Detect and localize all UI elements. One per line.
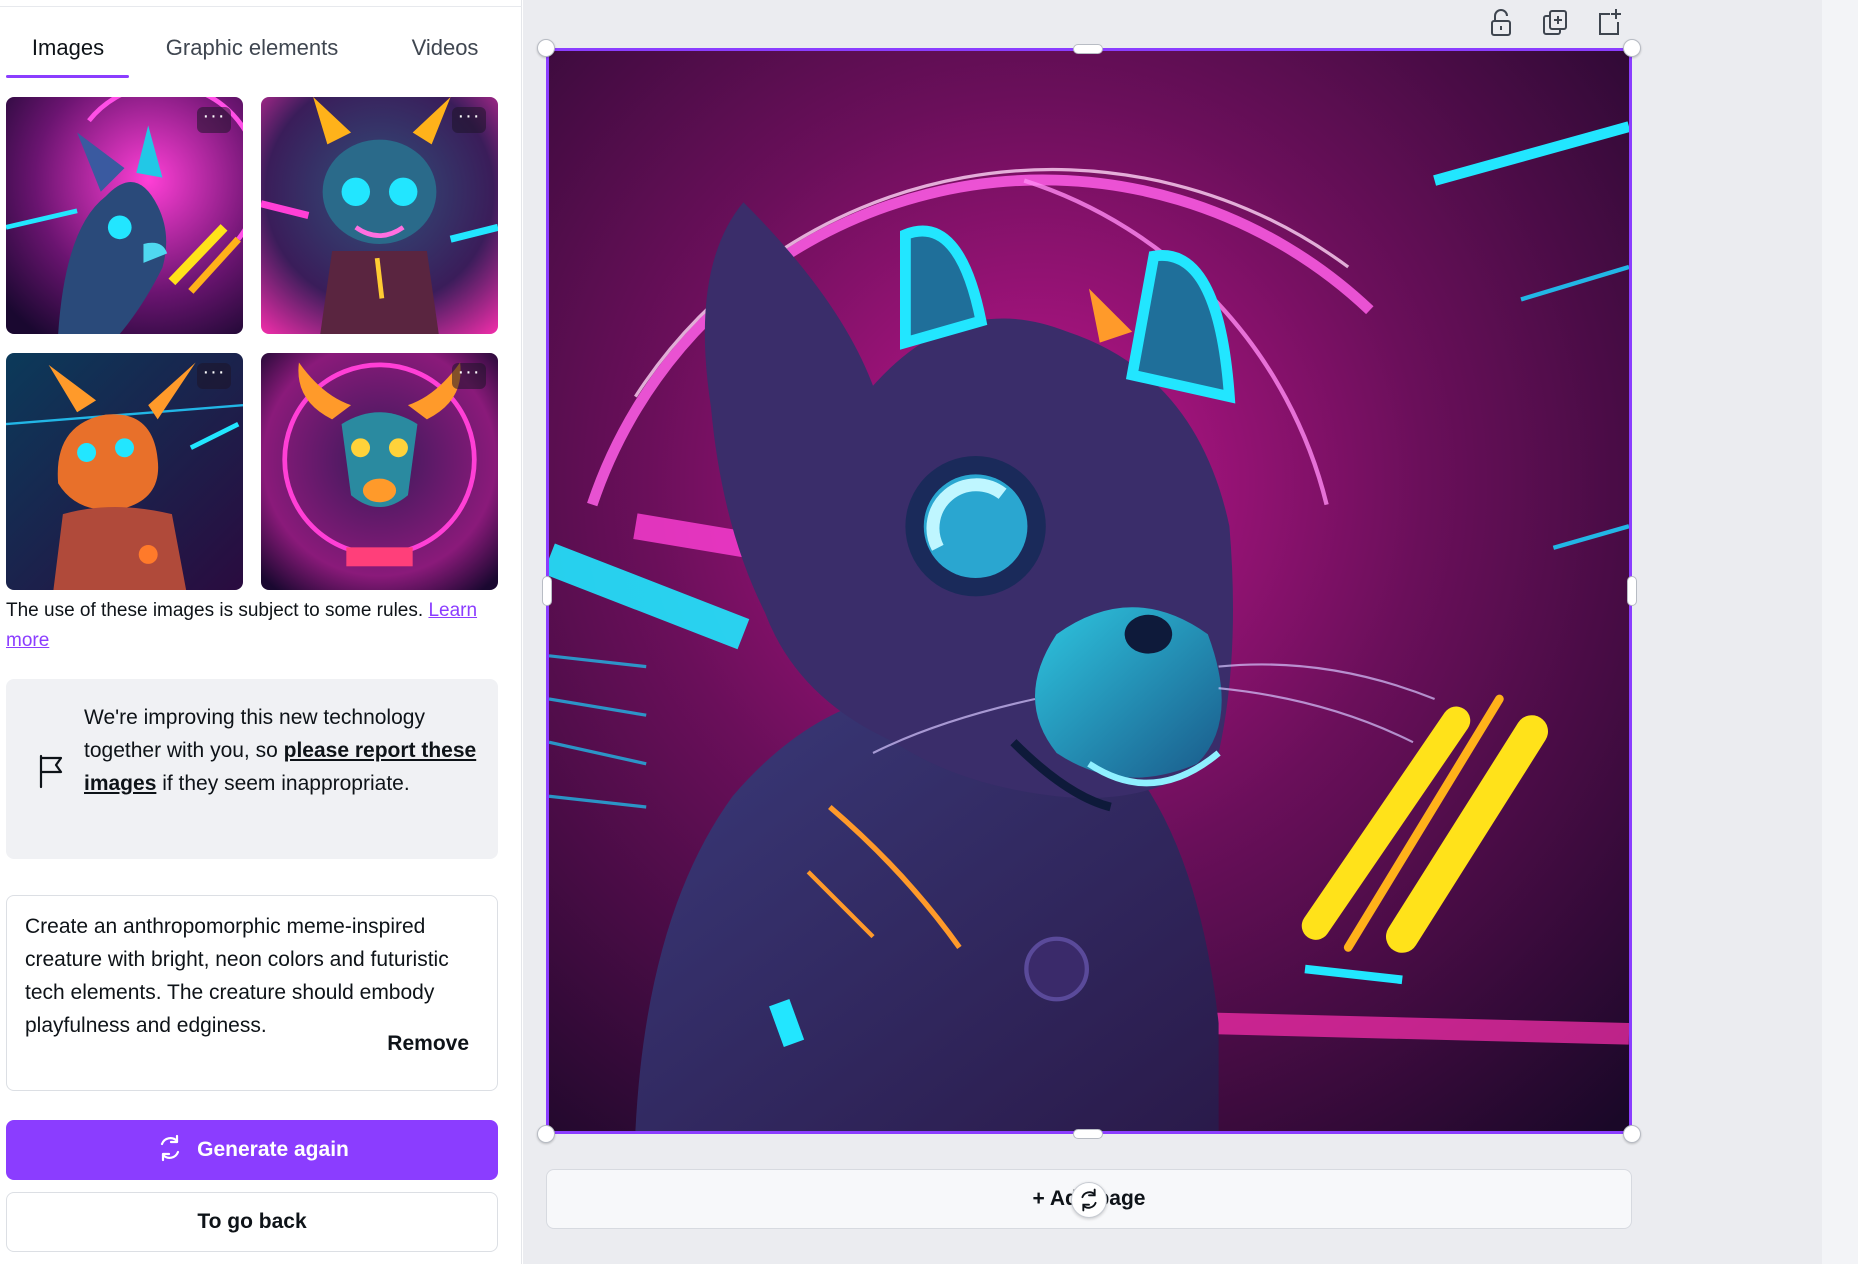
thumbnail-orange-dragon[interactable]: ···	[6, 353, 243, 590]
more-options-icon[interactable]: ···	[452, 362, 486, 389]
usage-rules-note: The use of these images is subject to so…	[6, 596, 506, 656]
generate-again-label: Generate again	[197, 1138, 349, 1161]
active-tab-indicator	[6, 75, 129, 78]
lock-icon[interactable]	[1484, 6, 1518, 40]
panel-divider	[0, 6, 522, 7]
notice-text-after: if they seem inappropriate.	[156, 772, 410, 795]
duplicate-page-icon[interactable]	[1538, 6, 1572, 40]
remove-prompt-button[interactable]: Remove	[381, 1032, 469, 1056]
thumbnail-horned-creature[interactable]: ···	[261, 353, 498, 590]
rotate-handle[interactable]	[1071, 1182, 1107, 1218]
tab-images[interactable]: Images	[6, 22, 130, 80]
more-options-icon[interactable]: ···	[197, 362, 231, 389]
cyber-cat-image	[549, 51, 1629, 1131]
generated-images-panel: Images Graphic elements Videos ··· ··· ·…	[0, 0, 522, 1264]
add-page-icon[interactable]	[1592, 6, 1626, 40]
generate-again-button[interactable]: Generate again	[6, 1120, 498, 1180]
usage-rules-text: The use of these images is subject to so…	[6, 600, 424, 621]
thumbnail-cyber-cat[interactable]: ···	[6, 97, 243, 334]
resize-handle-left[interactable]	[542, 576, 552, 606]
resize-handle-bottom[interactable]	[1073, 1129, 1103, 1139]
media-tabs: Images Graphic elements Videos	[6, 22, 514, 80]
report-notice-text: We're improving this new technology toge…	[84, 701, 484, 800]
go-back-button[interactable]: To go back	[6, 1192, 498, 1252]
more-options-icon[interactable]: ···	[197, 106, 231, 133]
report-notice: We're improving this new technology toge…	[6, 679, 498, 859]
resize-handle-right[interactable]	[1627, 576, 1637, 606]
resize-handle-bottom-right[interactable]	[1623, 1125, 1641, 1143]
thumbnail-cyber-creature[interactable]: ···	[261, 97, 498, 334]
tab-graphic-elements[interactable]: Graphic elements	[142, 22, 362, 80]
resize-handle-top[interactable]	[1073, 44, 1103, 54]
resize-handle-top-right[interactable]	[1623, 39, 1641, 57]
more-options-icon[interactable]: ···	[452, 106, 486, 133]
tab-videos[interactable]: Videos	[390, 22, 500, 80]
regenerate-icon	[161, 1135, 180, 1162]
rotate-icon	[1081, 1188, 1097, 1212]
workspace-scroll-edge	[1822, 0, 1858, 1264]
selected-image-canvas[interactable]	[546, 48, 1632, 1134]
flag-icon	[39, 754, 63, 789]
prompt-text[interactable]: Create an anthropomorphic meme-inspired …	[25, 910, 481, 1038]
resize-handle-top-left[interactable]	[537, 39, 555, 57]
prompt-field[interactable]: Create an anthropomorphic meme-inspired …	[6, 895, 498, 1091]
resize-handle-bottom-left[interactable]	[537, 1125, 555, 1143]
